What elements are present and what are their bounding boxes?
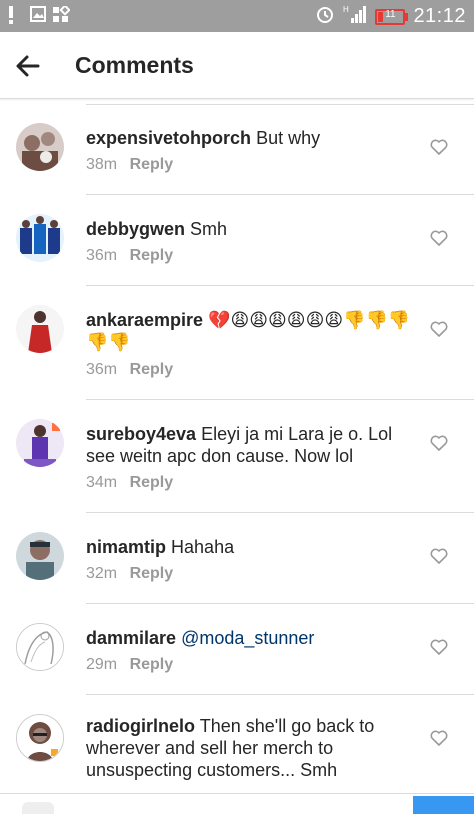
- comment-body: Smh: [190, 219, 228, 239]
- reply-button[interactable]: Reply: [130, 656, 174, 673]
- comment-username[interactable]: nimamtip: [86, 537, 166, 557]
- comment-username[interactable]: dammilare: [86, 628, 176, 648]
- network-type-label: H: [343, 5, 349, 14]
- like-heart-icon[interactable]: [430, 230, 448, 246]
- comment-time: 38m: [86, 156, 118, 173]
- divider: [86, 194, 474, 195]
- app-header: Comments: [0, 32, 474, 99]
- comment-text: expensivetohporch But why: [86, 127, 421, 149]
- reply-button[interactable]: Reply: [130, 156, 174, 173]
- post-button[interactable]: [413, 796, 474, 814]
- reply-button[interactable]: Reply: [130, 247, 174, 264]
- comment-username[interactable]: debbygwen: [86, 219, 185, 239]
- avatar[interactable]: [16, 532, 64, 580]
- comment-text: debbygwen Smh: [86, 218, 421, 240]
- avatar[interactable]: [16, 623, 64, 671]
- comment-meta: 38m Reply: [86, 156, 173, 174]
- comment-meta: 34m Reply: [86, 474, 173, 492]
- avatar[interactable]: [16, 214, 64, 262]
- like-heart-icon[interactable]: [430, 435, 448, 451]
- comment-meta: 32m Reply: [86, 565, 173, 583]
- like-heart-icon[interactable]: [430, 548, 448, 564]
- divider: [86, 399, 474, 400]
- comment-input[interactable]: [22, 802, 54, 814]
- avatar[interactable]: [16, 123, 64, 171]
- comment-text: dammilare @moda_stunner: [86, 627, 421, 649]
- like-heart-icon[interactable]: [430, 321, 448, 337]
- comment-username[interactable]: expensivetohporch: [86, 128, 251, 148]
- comments-list[interactable]: expensivetohporch But why 38m Reply debb…: [0, 99, 474, 793]
- back-arrow-icon[interactable]: [14, 52, 42, 80]
- comment-time: 32m: [86, 565, 118, 582]
- divider: [86, 104, 474, 105]
- divider: [86, 694, 474, 695]
- comment-username[interactable]: ankaraempire: [86, 310, 203, 330]
- signal-icon: H: [343, 4, 367, 29]
- divider: [86, 285, 474, 286]
- like-heart-icon[interactable]: [430, 139, 448, 155]
- comment-text: sureboy4eva Eleyi ja mi Lara je o. Lol s…: [86, 423, 421, 467]
- comment-time: 36m: [86, 247, 118, 264]
- image-icon: [30, 6, 46, 22]
- like-heart-icon[interactable]: [430, 730, 448, 746]
- reply-button[interactable]: Reply: [130, 565, 174, 582]
- reply-button[interactable]: Reply: [130, 361, 174, 378]
- comment-input-bar: [0, 793, 474, 814]
- alarm-icon: [315, 4, 335, 29]
- like-heart-icon[interactable]: [430, 639, 448, 655]
- status-time: 21:12: [413, 5, 466, 27]
- avatar[interactable]: [16, 714, 64, 762]
- avatar[interactable]: [16, 419, 64, 467]
- comment-username[interactable]: sureboy4eva: [86, 424, 196, 444]
- battery-level: 11: [385, 8, 396, 20]
- page-title: Comments: [75, 52, 194, 78]
- mention-link[interactable]: @moda_stunner: [181, 628, 314, 648]
- comment-meta: 36m Reply: [86, 247, 173, 265]
- comment-time: 29m: [86, 656, 118, 673]
- comment-meta: 29m Reply: [86, 656, 173, 674]
- comment-body: Hahaha: [171, 537, 235, 557]
- comment-username[interactable]: radiogirlnelo: [86, 716, 195, 736]
- comment-time: 34m: [86, 474, 118, 491]
- comment-text: radiogirlnelo Then she'll go back to whe…: [86, 715, 421, 781]
- comment-body: But why: [256, 128, 321, 148]
- apps-icon: [52, 4, 71, 22]
- comment-meta: 36m Reply: [86, 361, 173, 379]
- divider: [86, 512, 474, 513]
- reply-button[interactable]: Reply: [130, 474, 174, 491]
- comment-text: ankaraempire 💔😩😩😩😩😩😩👎👎👎👎👎: [86, 309, 416, 353]
- battery-icon: 11: [375, 8, 409, 25]
- alert-icon: [8, 6, 22, 24]
- divider: [86, 603, 474, 604]
- comment-time: 36m: [86, 361, 118, 378]
- comment-text: nimamtip Hahaha: [86, 536, 421, 558]
- avatar[interactable]: [16, 305, 64, 353]
- status-bar: H 11 21:12: [0, 0, 474, 32]
